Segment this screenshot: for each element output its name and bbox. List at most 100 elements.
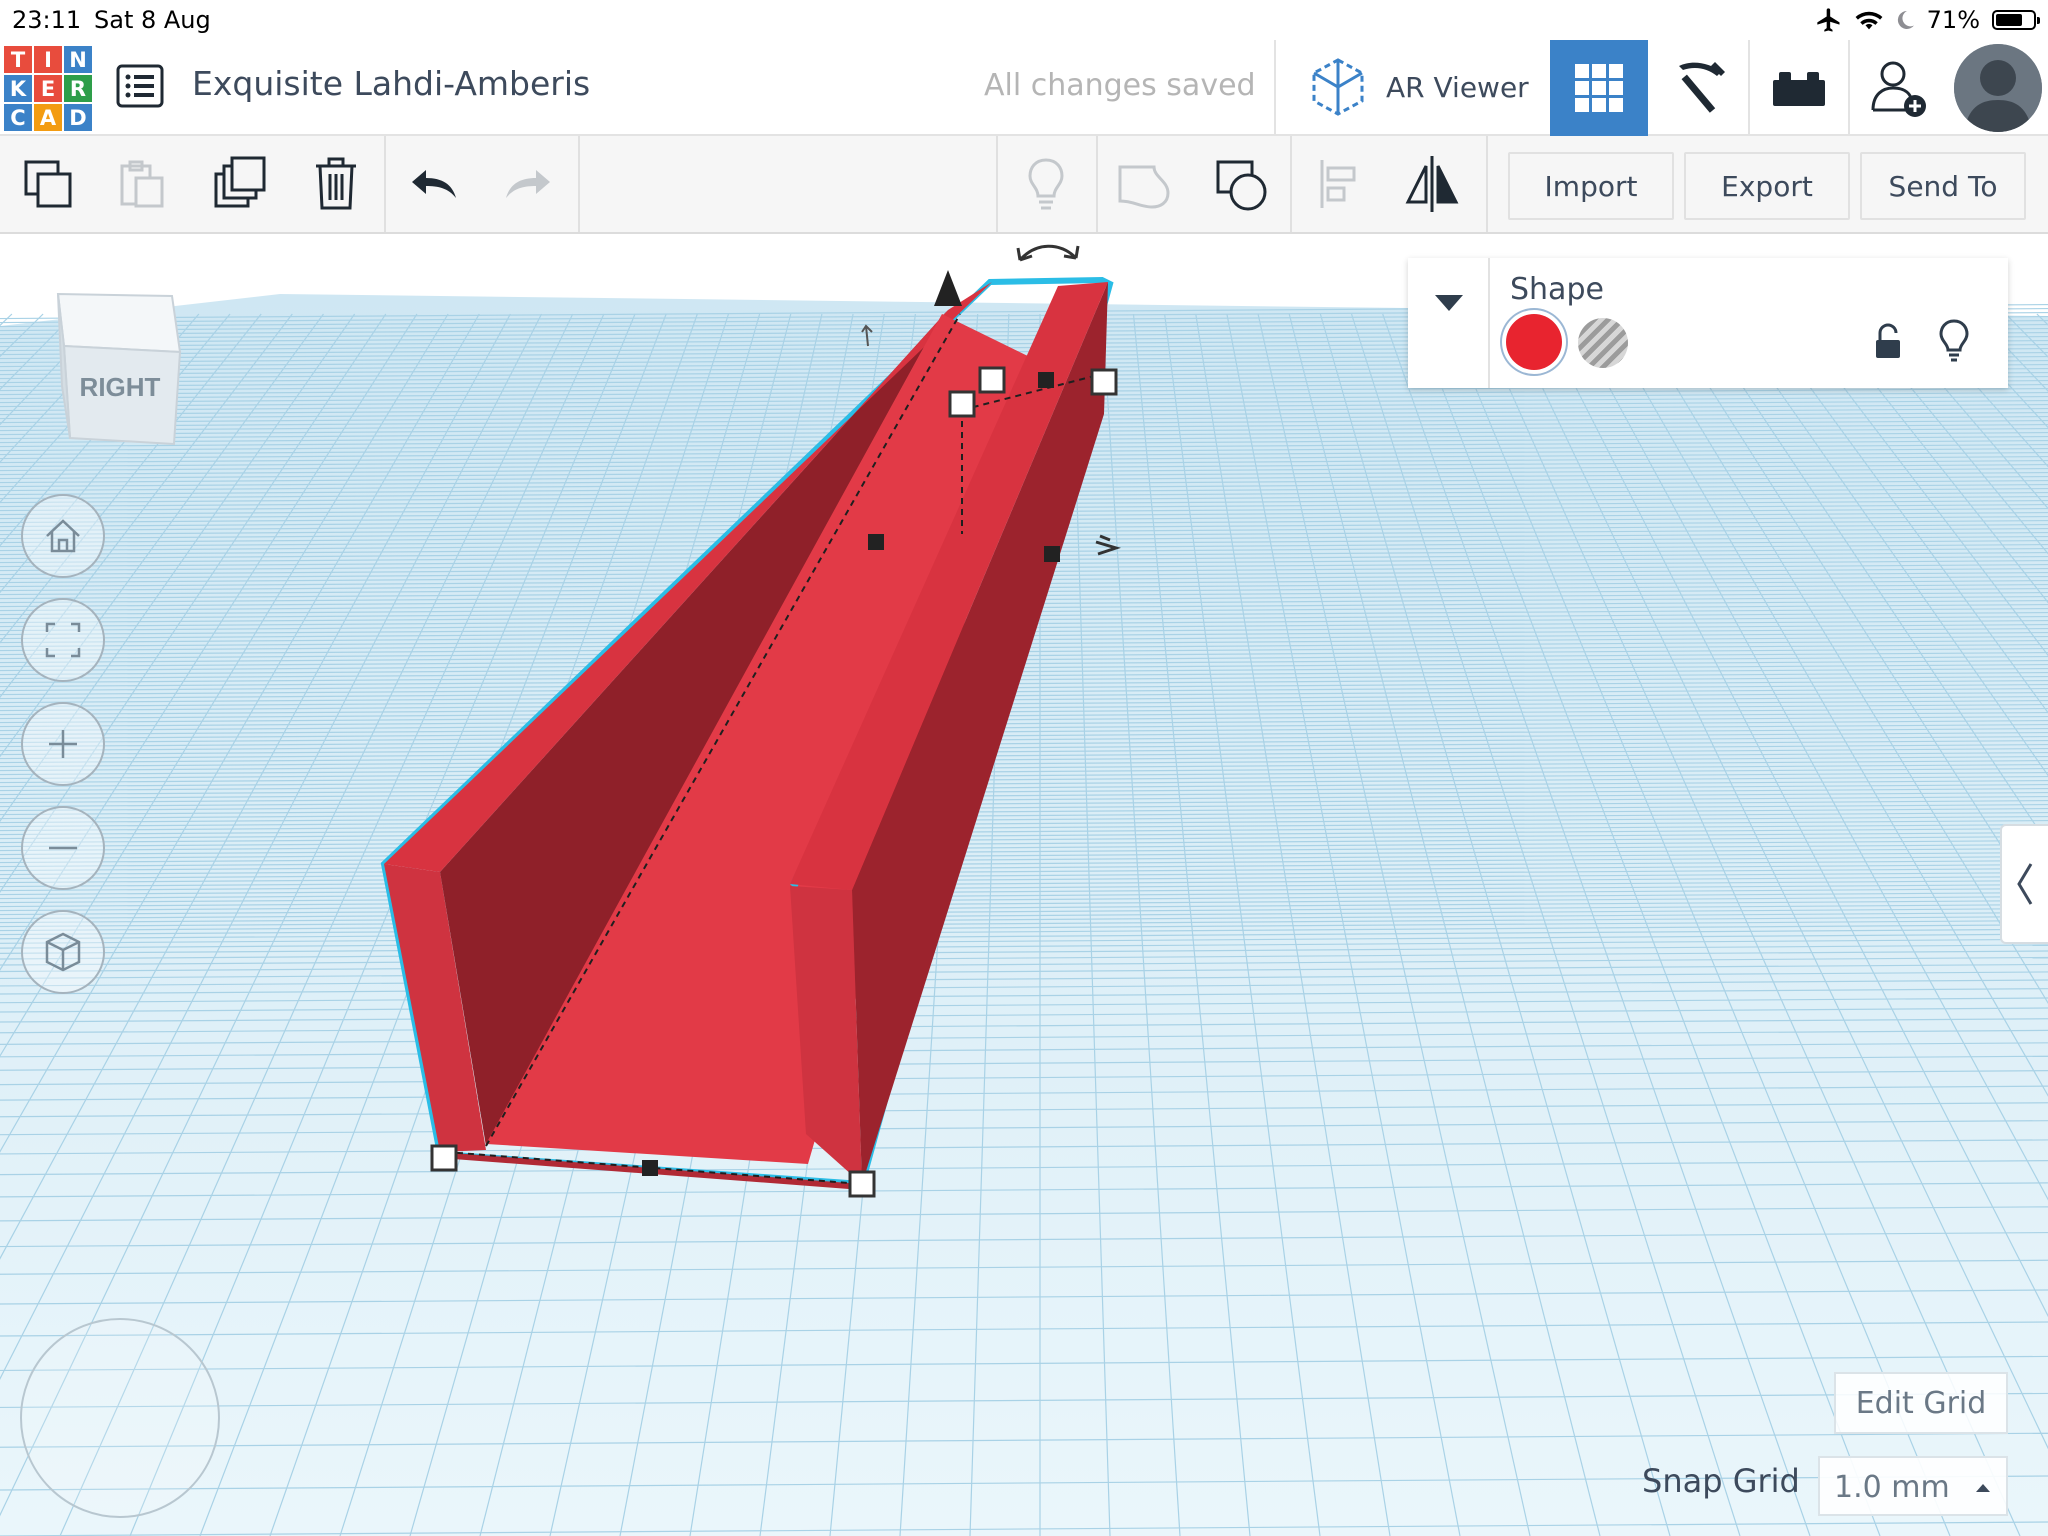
paste-button[interactable] [108, 150, 176, 218]
copy-icon [24, 160, 72, 208]
chevron-down-icon [1435, 295, 1463, 311]
perspective-toggle-button[interactable] [21, 910, 105, 994]
lock-button[interactable] [1872, 322, 1906, 367]
add-user-icon [1871, 61, 1926, 117]
snap-grid-select[interactable]: 1.0 mm [1818, 1456, 2008, 1516]
delete-button[interactable] [302, 150, 370, 218]
solid-color-swatch[interactable] [1506, 314, 1562, 370]
3d-design-mode-button[interactable] [1550, 40, 1648, 136]
resize-handle-edge[interactable] [642, 1160, 658, 1176]
duplicate-button[interactable] [206, 150, 274, 218]
design-list-button[interactable] [116, 64, 164, 108]
lightbulb-icon [1028, 158, 1064, 210]
edit-toolbar: Import Export Send To [0, 136, 2048, 234]
toolbar-divider [996, 136, 998, 232]
collapse-inspector-button[interactable] [1432, 292, 1466, 319]
inspector-title: Shape [1510, 272, 1604, 307]
status-date: Sat 8 Aug [94, 6, 211, 34]
avatar-silhouette [1954, 44, 2042, 132]
fit-icon [45, 622, 81, 658]
resize-handle-corner[interactable] [948, 390, 976, 418]
logo-letter: D [64, 104, 92, 131]
orbit-joystick[interactable] [20, 1318, 220, 1518]
logo-letter: T [4, 46, 32, 73]
show-all-button[interactable] [1012, 150, 1080, 218]
ungroup-icon [1216, 160, 1267, 211]
lightbulb-icon [1939, 319, 1969, 362]
logo-letter: I [34, 46, 62, 73]
workplane-canvas[interactable]: RIGHT [0, 234, 2048, 1536]
header-divider [1274, 40, 1276, 136]
inspector-divider [1488, 258, 1490, 388]
resize-handle-corner[interactable] [1090, 368, 1118, 396]
grid-icon [1575, 64, 1623, 112]
shapes-panel-toggle[interactable] [2000, 824, 2048, 944]
group-button[interactable] [1110, 150, 1178, 218]
cube-icon [45, 932, 81, 972]
fit-view-button[interactable] [21, 598, 105, 682]
user-avatar[interactable] [1954, 44, 2042, 132]
unlock-icon [1876, 323, 1900, 358]
resize-handle-corner[interactable] [430, 1144, 458, 1172]
logo-letter: K [4, 75, 32, 102]
zoom-out-button[interactable] [21, 806, 105, 890]
copy-button[interactable] [14, 150, 82, 218]
battery-icon [1992, 10, 2040, 30]
home-view-button[interactable] [21, 494, 105, 578]
snap-grid-label: Snap Grid [1642, 1462, 1800, 1500]
invite-user-button[interactable] [1850, 40, 1948, 136]
view-cube-label: RIGHT [80, 372, 161, 402]
battery-fill [1996, 14, 2022, 26]
caret-up-icon [1976, 1484, 1990, 1492]
resize-handle-corner[interactable] [848, 1170, 876, 1198]
home-icon [46, 519, 80, 553]
redo-button[interactable] [494, 150, 562, 218]
logo-letter: E [34, 75, 62, 102]
status-time: 23:11 [12, 6, 82, 34]
import-button[interactable]: Import [1508, 152, 1674, 220]
status-bar: 23:11 Sat 8 Aug 71% [0, 0, 2048, 40]
shape-inspector: Shape [1408, 258, 2008, 388]
mirror-button[interactable] [1398, 150, 1466, 218]
duplicate-icon [214, 156, 266, 208]
undo-icon [412, 170, 456, 198]
align-icon [1320, 160, 1356, 208]
project-title[interactable]: Exquisite Lahdi-Amberis [192, 64, 590, 103]
ar-viewer-label: AR Viewer [1386, 70, 1529, 104]
blocks-mode-button[interactable] [1650, 40, 1748, 136]
save-status: All changes saved [984, 68, 1256, 103]
list-icon [116, 64, 164, 108]
toolbar-divider [1290, 136, 1292, 232]
paste-icon [120, 160, 164, 208]
workplane-scene[interactable]: RIGHT [0, 234, 2048, 1536]
align-button[interactable] [1304, 150, 1372, 218]
resize-handle-edge[interactable] [1038, 372, 1054, 388]
logo-letter: A [34, 104, 62, 131]
resize-handle-corner[interactable] [978, 366, 1006, 394]
zoom-in-button[interactable] [21, 702, 105, 786]
bricks-mode-button[interactable] [1750, 40, 1848, 136]
resize-handle-edge[interactable] [1044, 546, 1060, 562]
undo-button[interactable] [400, 150, 468, 218]
ungroup-button[interactable] [1208, 150, 1276, 218]
minus-icon [49, 846, 77, 850]
ar-viewer-button[interactable]: AR Viewer [1306, 54, 1529, 120]
toolbar-divider [1486, 136, 1488, 232]
redo-icon [506, 170, 550, 198]
resize-handle-edge[interactable] [868, 534, 884, 550]
logo-letter: N [64, 46, 92, 73]
brick-icon [1773, 72, 1825, 106]
chevron-left-icon [2017, 863, 2033, 905]
send-to-button[interactable]: Send To [1860, 152, 2026, 220]
view-cube[interactable]: RIGHT [56, 292, 182, 446]
snap-grid-value: 1.0 mm [1834, 1470, 1950, 1505]
status-indicators: 71% [1815, 4, 2040, 36]
hole-swatch[interactable] [1578, 318, 1628, 368]
battery-percent: 71% [1926, 6, 1980, 34]
edit-grid-button[interactable]: Edit Grid [1834, 1372, 2008, 1434]
plus-icon [49, 730, 77, 758]
export-button[interactable]: Export [1684, 152, 1850, 220]
hide-shape-button[interactable] [1938, 318, 1970, 367]
toolbar-divider [1096, 136, 1098, 232]
tinkercad-logo[interactable]: TIN KER CAD [4, 46, 92, 132]
